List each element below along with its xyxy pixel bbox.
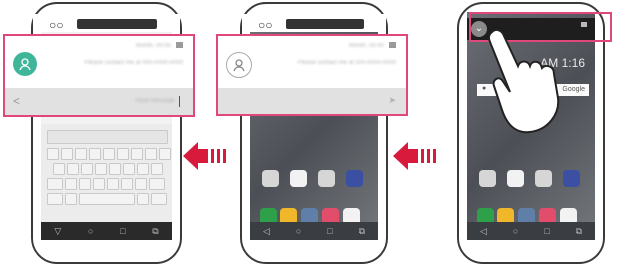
recents-icon[interactable]: □ [120,226,125,236]
app-folder-icon[interactable] [318,170,335,187]
dual-window-icon[interactable]: ⧉ [576,226,582,237]
back-icon[interactable]: ◁ [480,226,487,237]
reply-input[interactable]: Input message [136,98,175,104]
notification-card-reply: Month, 00:00 Please contact me at 000-00… [3,34,195,117]
nav-bar: ◁ ○ □ ⧉ [250,222,378,240]
sender-avatar [226,52,252,78]
app-folder-icon[interactable] [535,170,552,187]
status-icons [77,19,157,29]
sender-time: Month, 00:00 [135,43,171,49]
dual-window-icon[interactable]: ⧉ [152,226,158,237]
arrow-left-icon [393,142,436,170]
message-text: Please contact me at 000-0000-0000 [84,60,183,66]
settings-icon[interactable] [563,170,580,187]
settings-icon[interactable] [346,170,363,187]
nav-bar: ▽ ○ □ ⧉ [41,222,172,240]
message-text: Please contact me at 000-0000-0000 [297,60,396,66]
reply-field[interactable]: < Input message [5,88,193,115]
back-icon[interactable]: ◁ [263,226,270,237]
home-icon[interactable]: ○ [88,226,93,236]
home-icon[interactable]: ○ [513,226,518,236]
hand-icon [487,28,560,134]
notification-card-expanded: Month, 00:00 Please contact me at 000-00… [216,34,408,116]
speaker-dots: ○○ [258,18,273,32]
reply-field[interactable]: ➤ [218,88,406,114]
play-store-icon[interactable] [507,170,524,187]
share-icon[interactable]: < [13,94,20,108]
notification-body[interactable]: Month, 00:00 Please contact me at 000-00… [5,36,193,86]
recents-icon[interactable]: □ [327,226,332,236]
sender-time: Month, 00:00 [348,43,384,49]
sender-avatar [13,52,37,76]
app-folder-icon[interactable] [262,170,279,187]
back-icon[interactable]: ▽ [54,226,61,237]
message-icon [176,42,183,48]
speaker-dots: ○○ [49,18,64,32]
home-icon[interactable]: ○ [296,226,301,236]
play-store-icon[interactable] [290,170,307,187]
app-folder-icon[interactable] [479,170,496,187]
message-icon [389,42,396,48]
person-icon [233,59,245,72]
arrow-left-icon [183,142,226,170]
person-icon [19,58,31,71]
status-icons [286,19,364,29]
send-icon[interactable]: ➤ [388,95,396,106]
text-cursor [179,96,180,107]
dual-window-icon[interactable]: ⧉ [359,226,365,237]
nav-bar: ◁ ○ □ ⧉ [467,222,595,240]
recents-icon[interactable]: □ [544,226,549,236]
keyboard [41,124,172,222]
notification-body[interactable]: Month, 00:00 Please contact me at 000-00… [218,36,406,86]
